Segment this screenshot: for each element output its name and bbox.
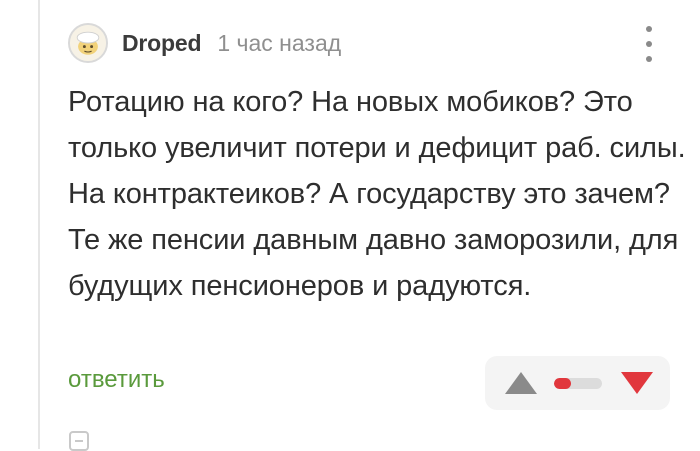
- collapse-thread-icon[interactable]: [69, 431, 89, 451]
- avatar[interactable]: [68, 23, 108, 63]
- rating-fill: [554, 378, 571, 389]
- comment-header: Droped 1 час назад: [68, 22, 341, 64]
- thread-line: [38, 0, 40, 449]
- more-dot: [646, 41, 652, 47]
- comment-text: Ротацию на кого? На новых мобиков? Это т…: [68, 86, 686, 302]
- triangle-up-icon[interactable]: [504, 371, 538, 395]
- more-vertical-icon[interactable]: [637, 26, 661, 62]
- more-dot: [646, 56, 652, 62]
- reply-button[interactable]: ответить: [68, 366, 165, 394]
- comment-time: 1 час назад: [217, 29, 342, 56]
- rating-bar: [554, 378, 602, 389]
- triangle-down-icon[interactable]: [620, 371, 654, 395]
- more-dot: [646, 26, 652, 32]
- author-name[interactable]: Droped: [122, 30, 202, 57]
